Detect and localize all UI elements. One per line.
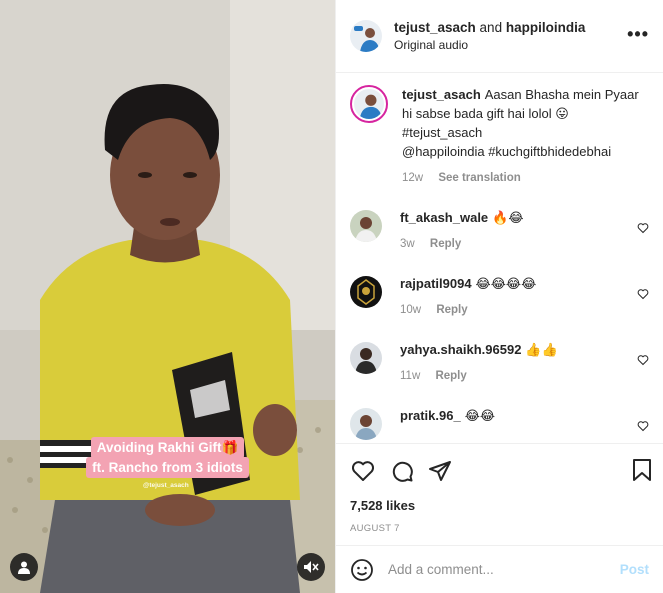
post-dialog: Avoiding Rakhi Gift🎁 ft. Rancho from 3 i… [0, 0, 663, 593]
comment-item: rajpatil9094 😂😂😂😂 10w Reply [350, 276, 649, 320]
comment-avatar[interactable] [350, 210, 382, 242]
add-comment-input[interactable] [388, 562, 620, 577]
comment-username[interactable]: rajpatil9094 [400, 276, 472, 291]
bookmark-icon[interactable] [631, 458, 653, 482]
author-avatar[interactable] [350, 20, 382, 52]
comment-username[interactable]: ft_akash_wale [400, 210, 488, 225]
reply-button[interactable]: Reply [435, 370, 466, 382]
action-icons [350, 456, 649, 486]
see-translation-button[interactable]: See translation [438, 172, 520, 184]
heart-icon[interactable] [350, 459, 376, 483]
comment-body: ft_akash_wale 🔥😂 3w Reply [400, 208, 524, 254]
likes-count[interactable]: 7,528 likes [350, 498, 649, 513]
collaborator-username-link[interactable]: happiloindia [506, 20, 586, 35]
comment-avatar[interactable] [350, 408, 382, 440]
audio-link[interactable]: Original audio [394, 37, 585, 53]
comment-avatar-image [350, 210, 382, 242]
comment-like-heart-icon[interactable] [637, 222, 649, 234]
comment-like-heart-icon[interactable] [637, 288, 649, 300]
mute-button[interactable] [297, 553, 325, 581]
caption-username[interactable]: tejust_asach [402, 87, 481, 102]
and-text: and [475, 19, 506, 35]
comments-list[interactable]: tejust_asach Aasan Bhasha mein Pyaar hi s… [336, 73, 663, 443]
comment-text: 😂😂 [464, 408, 496, 423]
post-header: tejust_asach and happiloindia Original a… [336, 0, 663, 73]
comment-like-heart-icon[interactable] [637, 354, 649, 366]
caption-meta: 12w See translation [402, 169, 649, 188]
post-date[interactable]: AUGUST 7 [350, 523, 649, 534]
caption-mentions[interactable]: @happiloindia #kuchgiftbhidedebhai [402, 142, 649, 161]
comment-text: 🔥😂 [492, 210, 524, 225]
video-caption-line-2: ft. Rancho from 3 idiots [0, 457, 335, 478]
speaker-muted-icon [304, 561, 319, 573]
comment-username[interactable]: yahya.shaikh.96592 [400, 342, 521, 357]
comment-item: yahya.shaikh.96592 👍👍 11w Reply [350, 342, 649, 386]
comment-body: rajpatil9094 😂😂😂😂 10w Reply [400, 274, 536, 320]
header-text: tejust_asach and happiloindia Original a… [394, 19, 585, 53]
comment-text: 😂😂😂😂 [475, 276, 537, 291]
more-options-icon[interactable]: ••• [627, 24, 649, 45]
video-frame [0, 0, 335, 593]
comment-body: yahya.shaikh.96592 👍👍 11w Reply [400, 340, 558, 386]
caption-time: 12w [402, 172, 424, 184]
video-watermark: @tejust_asach [143, 482, 189, 489]
comment-text: 👍👍 [525, 342, 558, 357]
caption-author-avatar-image [354, 89, 384, 119]
caption-author-avatar[interactable] [350, 85, 388, 123]
comment-time: 10w [400, 304, 422, 316]
comment-item: pratik.96_ 😂😂 [350, 408, 649, 440]
comment-meta: 11w Reply [400, 367, 558, 386]
author-avatar-image [350, 20, 382, 52]
share-icon[interactable] [428, 459, 452, 483]
comment-username[interactable]: pratik.96_ [400, 408, 461, 423]
author-username-link[interactable]: tejust_asach [394, 20, 476, 35]
comment-item: ft_akash_wale 🔥😂 3w Reply [350, 210, 649, 254]
caption-hashtag[interactable]: #tejust_asach [402, 123, 649, 142]
post-caption: tejust_asach Aasan Bhasha mein Pyaar hi s… [350, 85, 649, 188]
post-video[interactable]: Avoiding Rakhi Gift🎁 ft. Rancho from 3 i… [0, 0, 335, 593]
user-icon [18, 561, 30, 574]
comment-time: 3w [400, 238, 415, 250]
caption-body: tejust_asach Aasan Bhasha mein Pyaar hi s… [402, 85, 649, 188]
comment-like-heart-icon[interactable] [637, 420, 649, 432]
comment-avatar-image [350, 276, 382, 308]
header-authors: tejust_asach and happiloindia [394, 19, 585, 37]
comment-icon[interactable] [390, 459, 414, 483]
comment-avatar[interactable] [350, 342, 382, 374]
tagged-users-button[interactable] [10, 553, 38, 581]
comment-avatar[interactable] [350, 276, 382, 308]
comment-avatar-image [350, 342, 382, 374]
smiley-icon[interactable] [350, 558, 374, 582]
post-side-panel: tejust_asach and happiloindia Original a… [335, 0, 663, 593]
post-comment-button[interactable]: Post [620, 562, 649, 577]
reply-button[interactable]: Reply [436, 304, 467, 316]
add-comment-bar: Post [336, 545, 663, 593]
comment-body: pratik.96_ 😂😂 [400, 406, 495, 440]
comment-meta: 3w Reply [400, 235, 524, 254]
comment-meta: 10w Reply [400, 301, 536, 320]
reply-button[interactable]: Reply [430, 238, 461, 250]
comment-time: 11w [400, 370, 421, 382]
comment-avatar-image [350, 408, 382, 440]
video-caption-line-1: Avoiding Rakhi Gift🎁 [0, 437, 335, 459]
